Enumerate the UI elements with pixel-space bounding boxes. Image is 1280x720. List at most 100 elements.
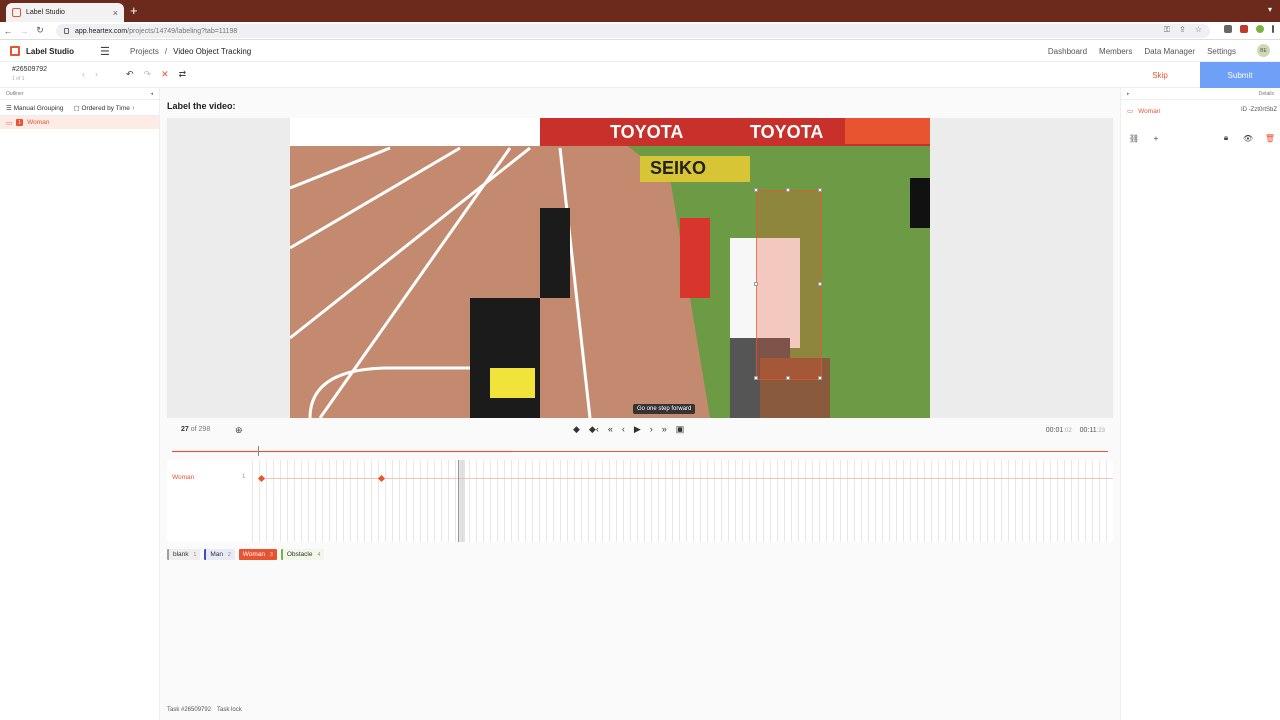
label-studio-favicon-icon (12, 8, 21, 17)
resize-handle[interactable] (754, 282, 758, 286)
prev-task-icon[interactable]: ‹ (82, 69, 85, 79)
url-host: app.heartex.com (75, 27, 128, 35)
region-type-icon: ▭ (6, 119, 13, 127)
redo-icon[interactable]: ↷ (144, 69, 152, 80)
reload-icon[interactable]: ↻ (32, 25, 48, 36)
svg-text:SEIKO: SEIKO (650, 158, 706, 178)
region-index-badge: 1 (16, 119, 24, 126)
current-time: 00:01:02 (1045, 427, 1072, 434)
tooltip: Go one step forward (633, 404, 696, 414)
region-type-icon: ▭ (1127, 108, 1134, 115)
fast-forward-icon[interactable]: » (662, 424, 667, 435)
undo-icon[interactable]: ↶ (126, 69, 134, 80)
breadcrumb-projects[interactable]: Projects (130, 47, 159, 56)
task-toolbar: #26509792 1 of 1 ‹ › ↶ ↷ ✕ ⇄ (0, 62, 1120, 88)
address-bar: ← → ↻ app.heartex.com/projects/14749/lab… (0, 22, 1280, 40)
details-panel: ▸ Details ▭ Woman ID -Zzt0rtSbZ ⛓ + 🔒︎ 👁︎… (1120, 88, 1280, 720)
label-woman[interactable]: Woman 3 (238, 549, 277, 560)
extensions-area (1224, 25, 1274, 33)
key-icon[interactable]: ⚿ (1164, 25, 1170, 35)
grouping-label: Manual Grouping (13, 104, 64, 112)
step-forward-icon[interactable]: › (650, 424, 653, 435)
timeline-frames[interactable] (252, 460, 1113, 542)
label-man[interactable]: Man 2 (204, 549, 235, 560)
rewind-icon[interactable]: « (608, 424, 613, 435)
app-logo[interactable]: Label Studio (10, 46, 74, 56)
app-header: Label Studio ☰ Projects / Video Object T… (0, 40, 1280, 62)
nav-members[interactable]: Members (1099, 47, 1132, 56)
label-obstacle[interactable]: Obstacle 4 (280, 549, 325, 560)
resize-handle[interactable] (754, 188, 758, 192)
swap-icon[interactable]: ⇄ (179, 69, 187, 80)
lock-region-icon[interactable]: 🔒︎ (1219, 132, 1233, 144)
step-back-icon[interactable]: ‹ (622, 424, 625, 435)
back-icon[interactable]: ← (0, 26, 16, 36)
outliner-region-item[interactable]: ▭ 1 Woman (0, 116, 159, 129)
footer-status: Task #26509792 Task lock (167, 707, 242, 713)
current-frame: 27 (181, 426, 189, 433)
resize-handle[interactable] (786, 188, 790, 192)
timeline-row-index: 1 (242, 474, 246, 480)
play-icon[interactable]: ▶ (634, 424, 641, 435)
browser-tab[interactable]: Label Studio × (6, 3, 124, 22)
timeline-row-label[interactable]: Woman (172, 474, 194, 481)
details-region-label: Woman (1138, 107, 1161, 115)
lock-icon (64, 28, 69, 34)
timeline-cursor[interactable] (458, 460, 465, 542)
nav-settings[interactable]: Settings (1207, 47, 1236, 56)
label-blank[interactable]: blank 1 (167, 549, 201, 560)
new-tab-icon[interactable]: + (130, 3, 138, 19)
user-avatar[interactable]: BE (1257, 44, 1270, 57)
extension-puzzle-icon[interactable] (1224, 25, 1232, 33)
visibility-icon[interactable]: 👁︎ (1241, 132, 1255, 144)
tab-search-icon[interactable]: ▾ (1268, 5, 1272, 14)
browser-menu-icon[interactable] (1272, 25, 1274, 33)
extension-red-icon[interactable] (1240, 25, 1248, 33)
video-frame[interactable]: SEIKO TOYOTA TOYOTA (290, 118, 930, 418)
menu-hamburger-icon[interactable]: ☰ (100, 45, 110, 58)
bookmark-star-icon[interactable]: ☆ (1195, 25, 1202, 35)
resize-handle[interactable] (818, 188, 822, 192)
close-tab-icon[interactable]: × (113, 8, 118, 18)
resize-handle[interactable] (818, 376, 822, 380)
resize-handle[interactable] (818, 282, 822, 286)
tracking-bounding-box[interactable] (754, 188, 822, 380)
prev-keyframe-icon[interactable]: ◆‹ (589, 424, 599, 435)
timeline: Woman 1 (167, 460, 1113, 542)
collapse-outliner-icon[interactable]: ◂ (150, 91, 153, 97)
total-frames: of 298 (190, 426, 211, 433)
link-icon[interactable]: ⛓ (1127, 132, 1141, 144)
grouping-select[interactable]: ☰ Manual Grouping (6, 104, 64, 112)
fullscreen-icon[interactable]: ▣ (676, 424, 685, 435)
forward-icon[interactable]: → (16, 26, 32, 36)
video-frame-image: SEIKO TOYOTA TOYOTA (290, 118, 930, 418)
order-select[interactable]: ▢ Ordered by Time ↑ (74, 104, 135, 112)
url-field[interactable]: app.heartex.com/projects/14749/labeling?… (56, 24, 1210, 38)
next-task-icon[interactable]: › (95, 69, 98, 79)
skip-button[interactable]: Skip (1120, 62, 1200, 88)
breadcrumb: Projects / Video Object Tracking (130, 47, 251, 56)
submit-bar: Skip Submit (1120, 62, 1280, 88)
add-icon[interactable]: + (1149, 132, 1163, 144)
labeling-area: Label the video: SEIKO TOYOTA TOYOTA 27 … (160, 88, 1120, 720)
profile-avatar-icon[interactable] (1256, 25, 1264, 33)
toggle-keyframe-icon[interactable]: ◆ (573, 424, 580, 435)
frame-counter[interactable]: 27 of 298 (181, 426, 210, 433)
reset-x-icon[interactable]: ✕ (161, 69, 169, 80)
zoom-icon[interactable]: ⊕ (235, 425, 243, 436)
share-icon[interactable]: ⇪ (1179, 25, 1186, 35)
browser-tab-bar: Label Studio × + ▾ (0, 0, 1280, 22)
nav-dashboard[interactable]: Dashboard (1048, 47, 1087, 56)
delete-icon[interactable]: 🗑︎ (1263, 132, 1277, 144)
footer-lock: Task lock (217, 707, 242, 713)
collapse-details-icon[interactable]: ▸ (1127, 91, 1130, 97)
nav-data-manager[interactable]: Data Manager (1144, 47, 1195, 56)
outliner-panel: Outliner ◂ ☰ Manual Grouping ▢ Ordered b… (0, 88, 160, 720)
submit-button[interactable]: Submit (1200, 62, 1280, 88)
resize-handle[interactable] (754, 376, 758, 380)
playhead[interactable] (258, 446, 259, 456)
seek-bar[interactable] (172, 446, 1108, 456)
resize-handle[interactable] (786, 376, 790, 380)
breadcrumb-project[interactable]: Video Object Tracking (173, 47, 251, 56)
task-id: #26509792 (12, 66, 48, 73)
